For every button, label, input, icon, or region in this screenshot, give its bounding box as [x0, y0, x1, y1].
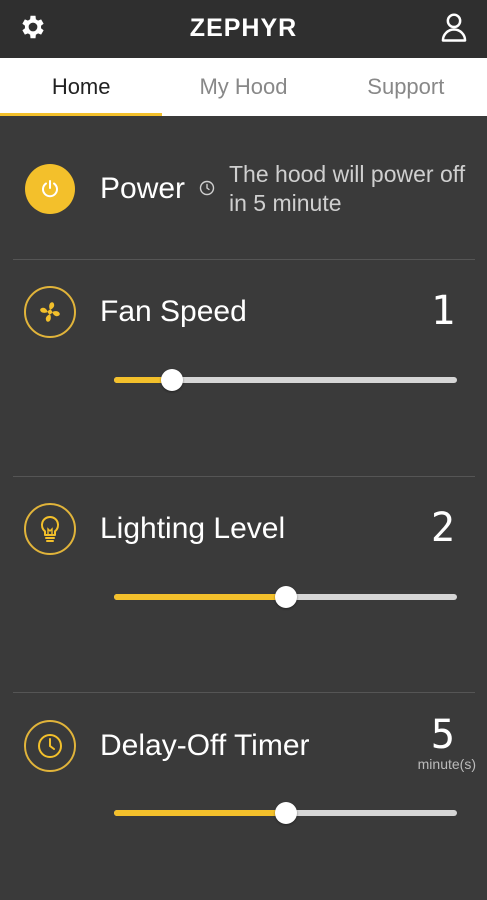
tab-bar: Home My Hood Support — [0, 58, 487, 116]
tab-my-hood[interactable]: My Hood — [162, 58, 324, 116]
brand-logo: ZEPHYR — [189, 14, 298, 42]
divider — [13, 692, 475, 693]
timer-clock-icon — [199, 180, 215, 196]
delay-off-timer-thumb[interactable] — [274, 802, 297, 824]
clock-icon — [38, 734, 62, 758]
power-label: Power — [100, 172, 186, 205]
fan-speed-label: Fan Speed — [100, 295, 247, 328]
delay-off-timer-label: Delay-Off Timer — [100, 729, 310, 762]
fan-icon — [40, 302, 60, 322]
timer-icon-badge — [24, 720, 76, 772]
fan-speed-thumb[interactable] — [161, 369, 184, 391]
delay-off-timer-slider[interactable] — [114, 802, 457, 824]
fan-speed-value: 1 — [430, 288, 455, 334]
delay-off-timer-value: 5 — [430, 712, 455, 758]
fan-speed-slider[interactable] — [114, 369, 457, 391]
light-icon-badge — [24, 503, 76, 555]
power-icon — [42, 180, 58, 198]
lighting-level-thumb[interactable] — [274, 586, 297, 608]
divider — [13, 259, 475, 260]
user-icon[interactable] — [439, 11, 469, 43]
lightbulb-icon — [40, 515, 60, 542]
power-off-notice: The hood will power off in 5 minute — [229, 161, 466, 216]
fan-icon-badge — [24, 286, 76, 338]
tab-home[interactable]: Home — [0, 58, 163, 116]
delay-off-timer-unit: minute(s) — [417, 756, 476, 772]
lighting-level-label: Lighting Level — [100, 512, 286, 545]
tab-support[interactable]: Support — [325, 58, 487, 116]
app-header: ZEPHYR — [0, 0, 487, 58]
power-button[interactable] — [25, 164, 75, 214]
divider — [13, 476, 475, 477]
delay-off-timer-fill — [114, 810, 286, 816]
lighting-level-fill — [114, 594, 286, 600]
lighting-level-slider[interactable] — [114, 586, 457, 608]
lighting-level-value: 2 — [430, 505, 455, 551]
